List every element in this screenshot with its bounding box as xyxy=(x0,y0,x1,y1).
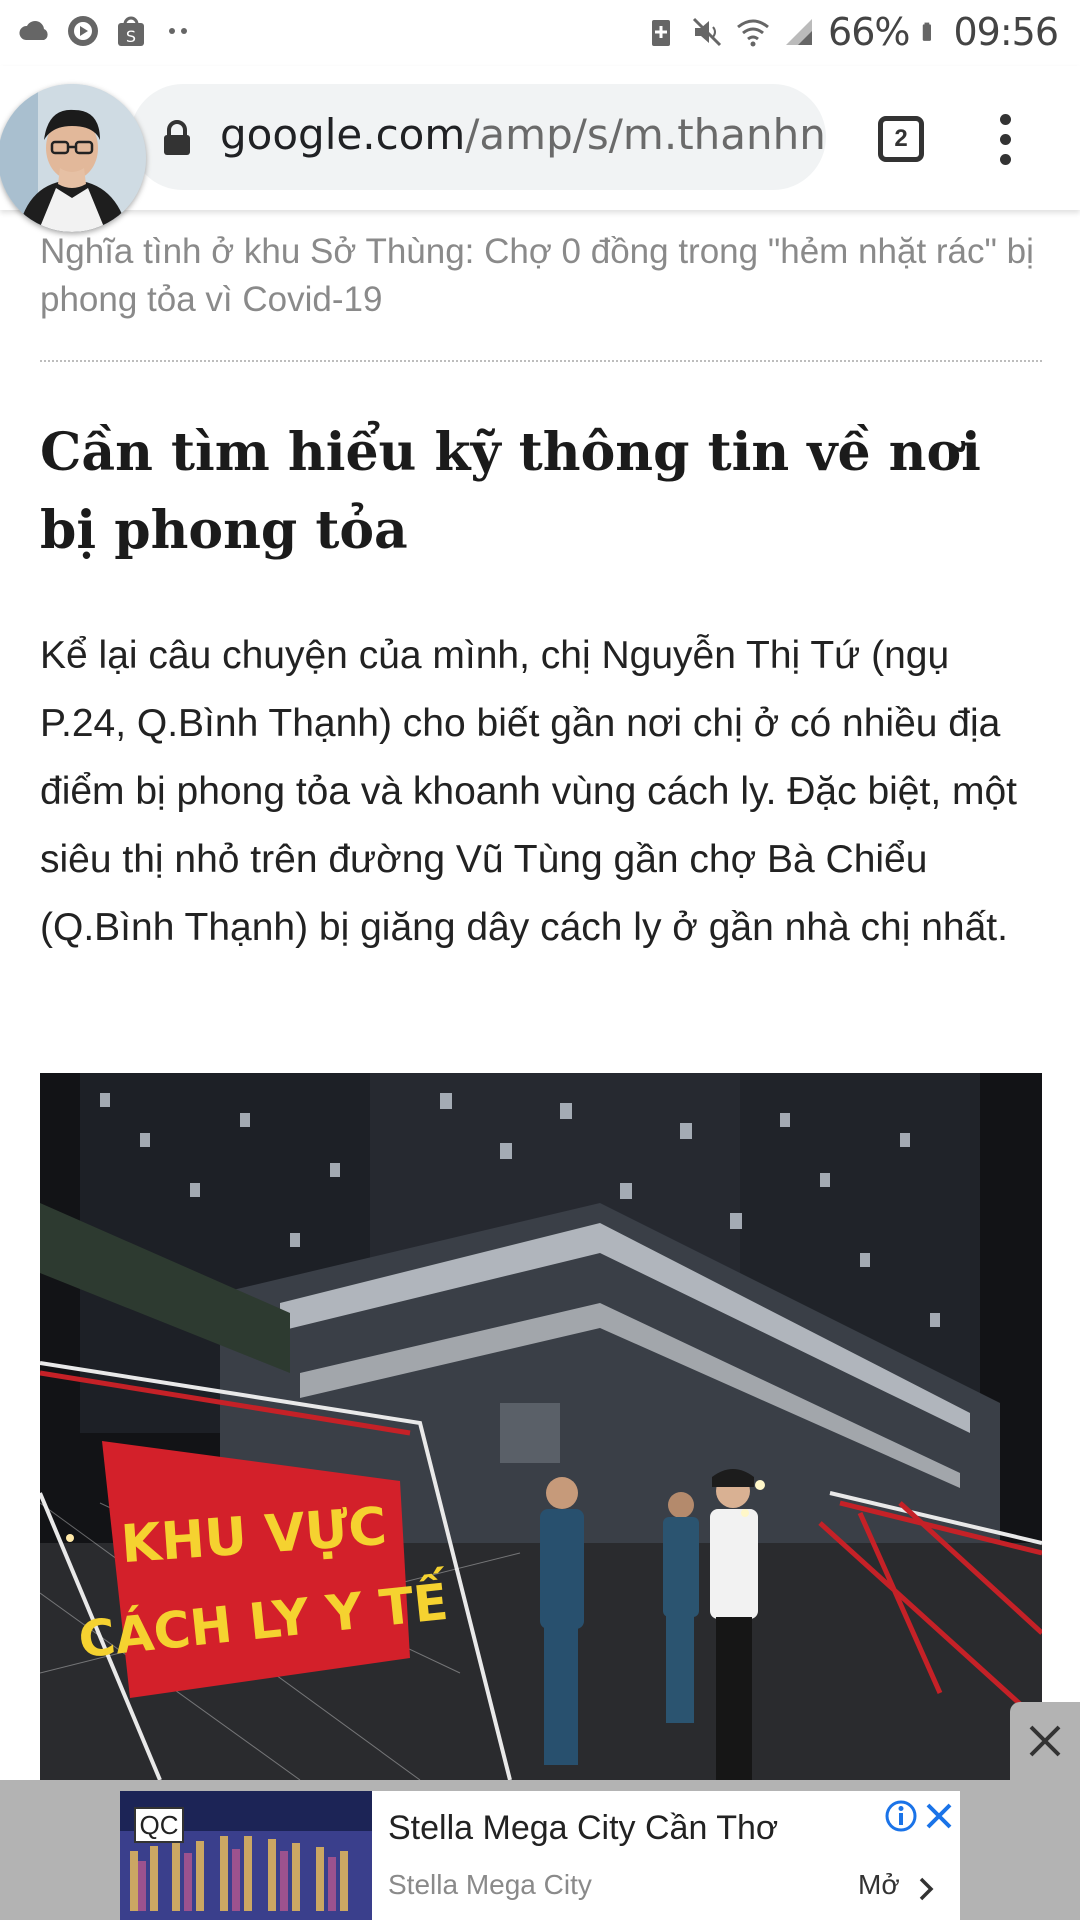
ad-card[interactable]: QC Stella Mega City Cần Thơ Stella Mega … xyxy=(120,1791,960,1920)
battery-saver-icon xyxy=(652,20,671,46)
ad-banner: QC Stella Mega City Cần Thơ Stella Mega … xyxy=(0,1780,1080,1920)
battery-icon xyxy=(923,22,932,41)
ad-badge: QC xyxy=(134,1807,184,1843)
avatar-photo xyxy=(0,84,146,232)
mute-icon xyxy=(692,17,722,47)
url-path: /amp/s/m.thanhnien.v xyxy=(465,110,826,159)
related-article-link[interactable]: Nghĩa tình ở khu Sở Thùng: Chợ 0 đồng tr… xyxy=(40,228,1040,324)
section-heading: Cần tìm hiểu kỹ thông tin về nơi bị phon… xyxy=(40,422,981,561)
close-icon xyxy=(1029,1725,1061,1757)
address-bar[interactable]: google.com/amp/s/m.thanhnien.v xyxy=(130,84,826,190)
ad-close-tab[interactable] xyxy=(1010,1702,1080,1780)
ad-image: QC xyxy=(120,1791,372,1920)
clock: 09:56 xyxy=(953,10,1059,54)
status-bar: S 66% 09:56 xyxy=(0,0,1080,66)
more-notifications-icon xyxy=(169,28,187,34)
ad-info-icon[interactable] xyxy=(884,1799,918,1833)
ad-open-button[interactable]: Mở xyxy=(858,1869,900,1901)
wifi-icon xyxy=(737,19,769,47)
url-host: google.com xyxy=(220,110,466,159)
shopee-icon: S xyxy=(118,16,144,46)
lock-icon xyxy=(164,120,190,155)
url-text[interactable]: google.com/amp/s/m.thanhnien.v xyxy=(220,110,826,159)
signal-icon xyxy=(786,19,813,45)
divider xyxy=(40,360,1042,362)
youtube-music-icon xyxy=(68,16,98,46)
ad-close-icon[interactable] xyxy=(924,1801,954,1831)
battery-percent: 66% xyxy=(828,10,910,54)
chevron-right-icon[interactable] xyxy=(916,1875,936,1903)
overflow-menu-button[interactable] xyxy=(990,114,1020,168)
cloud-icon xyxy=(19,21,48,40)
svg-text:S: S xyxy=(126,27,136,46)
browser-toolbar: google.com/amp/s/m.thanhnien.v 2 xyxy=(0,66,1080,210)
article-paragraph: Kể lại câu chuyện của mình, chị Nguyễn T… xyxy=(40,634,1018,949)
ad-title[interactable]: Stella Mega City Cần Thơ xyxy=(388,1809,778,1848)
tab-switcher-button[interactable]: 2 xyxy=(878,116,924,162)
floating-avatar[interactable] xyxy=(0,84,146,232)
ad-advertiser: Stella Mega City xyxy=(388,1869,592,1900)
article-photo[interactable]: KHU VỰC CÁCH LY Y TẾ xyxy=(40,1073,1042,1780)
